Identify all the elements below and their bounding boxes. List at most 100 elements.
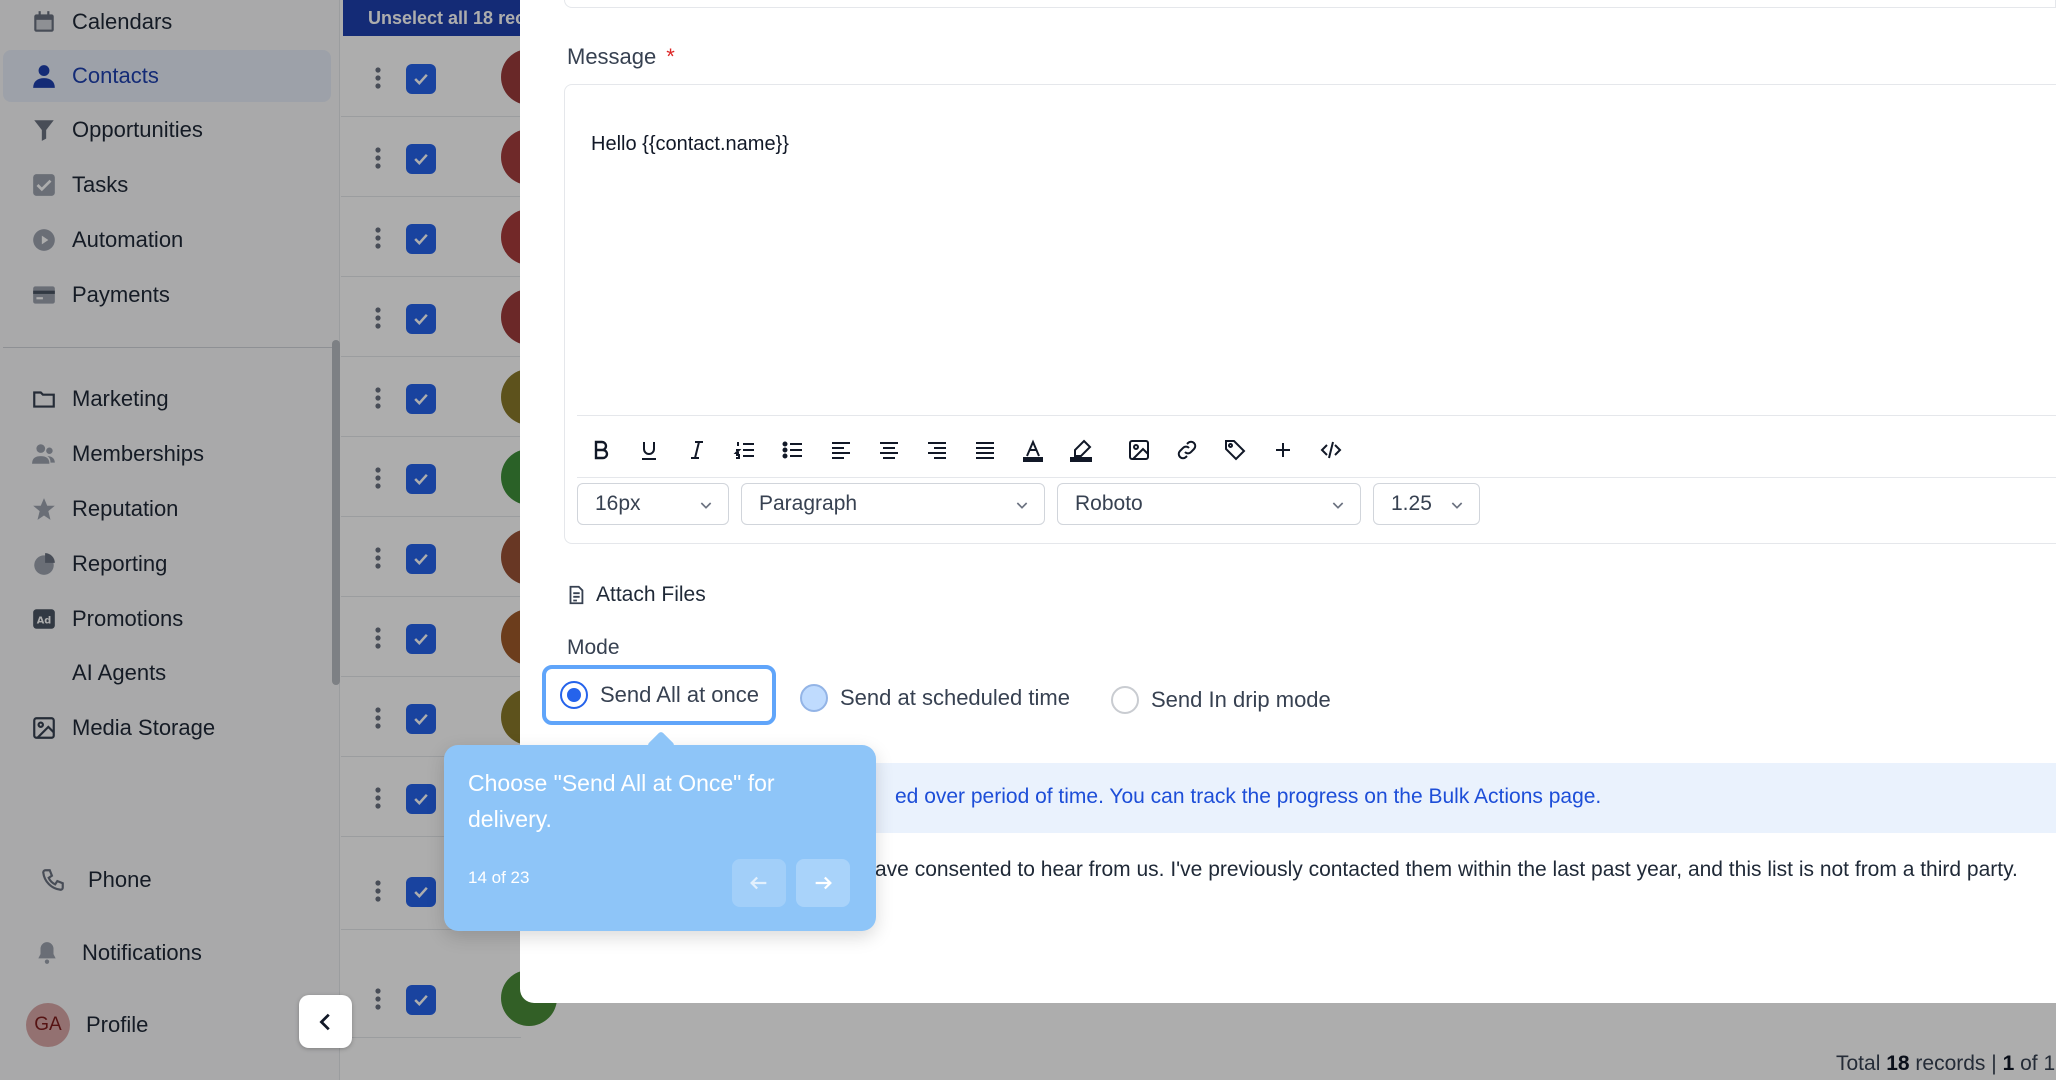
font-family-select[interactable]: Roboto bbox=[1057, 483, 1361, 525]
sidebar-item-ai-agents[interactable]: AI Agents bbox=[3, 647, 331, 699]
plus-icon bbox=[1276, 443, 1290, 457]
sidebar-item-label: Automation bbox=[72, 227, 184, 252]
kebab-menu-icon[interactable] bbox=[375, 787, 381, 809]
font-size-select[interactable]: 16px bbox=[577, 483, 729, 525]
table-row[interactable] bbox=[341, 437, 557, 517]
check-icon bbox=[414, 553, 428, 565]
kebab-menu-icon[interactable] bbox=[375, 227, 381, 249]
row-checkbox[interactable] bbox=[406, 704, 436, 734]
table-row[interactable] bbox=[341, 357, 557, 437]
kebab-menu-icon[interactable] bbox=[375, 467, 381, 489]
kebab-menu-icon[interactable] bbox=[375, 67, 381, 89]
sidebar-phone[interactable]: Phone bbox=[40, 860, 152, 900]
row-checkbox[interactable] bbox=[406, 877, 436, 907]
tooltip-next-button[interactable] bbox=[796, 859, 850, 907]
kebab-menu-icon[interactable] bbox=[375, 707, 381, 729]
sidebar-item-automation[interactable]: Automation bbox=[3, 214, 331, 266]
highlight-button[interactable] bbox=[1057, 430, 1105, 470]
sidebar-item-reputation[interactable]: Reputation bbox=[3, 483, 331, 535]
mode-label: Mode bbox=[567, 636, 620, 659]
sidebar-item-label: Media Storage bbox=[72, 715, 216, 740]
kebab-menu-icon[interactable] bbox=[375, 387, 381, 409]
row-checkbox[interactable] bbox=[406, 304, 436, 334]
table-row[interactable] bbox=[341, 277, 557, 357]
bullet-list-button[interactable] bbox=[769, 430, 817, 470]
sidebar-item-contacts[interactable]: Contacts bbox=[3, 50, 331, 102]
sidebar-item-marketing[interactable]: Marketing bbox=[3, 373, 331, 425]
table-row[interactable] bbox=[341, 597, 557, 677]
sidebar-item-opportunities[interactable]: Opportunities bbox=[3, 104, 331, 156]
sidebar-item-payments[interactable]: Payments bbox=[3, 269, 331, 321]
text-color-button[interactable] bbox=[1009, 430, 1057, 470]
align-right-icon bbox=[928, 442, 946, 459]
attach-files-button[interactable]: Attach Files bbox=[565, 583, 706, 607]
row-checkbox[interactable] bbox=[406, 985, 436, 1015]
row-checkbox[interactable] bbox=[406, 144, 436, 174]
kebab-menu-icon[interactable] bbox=[375, 307, 381, 329]
custom-values-button[interactable] bbox=[1211, 430, 1259, 470]
code-view-button[interactable] bbox=[1307, 430, 1355, 470]
kebab-menu-icon[interactable] bbox=[375, 880, 381, 902]
align-center-icon bbox=[880, 442, 898, 459]
sidebar-scrollbar[interactable] bbox=[332, 340, 340, 685]
insert-image-button[interactable] bbox=[1115, 430, 1163, 470]
sidebar-item-promotions[interactable]: Ad Promotions bbox=[3, 593, 331, 645]
sidebar-item-calendars[interactable]: Calendars bbox=[3, 0, 331, 48]
kebab-menu-icon[interactable] bbox=[375, 547, 381, 569]
row-checkbox[interactable] bbox=[406, 64, 436, 94]
sidebar-item-tasks[interactable]: Tasks bbox=[3, 159, 331, 211]
line-height-select[interactable]: 1.25 bbox=[1373, 483, 1480, 525]
editor-toolbar bbox=[577, 430, 1355, 470]
message-editor[interactable]: Hello {{contact.name}} 16px Paragraph Ro… bbox=[564, 84, 2056, 544]
table-row[interactable] bbox=[341, 517, 557, 597]
table-row[interactable] bbox=[341, 958, 557, 1038]
insert-link-button[interactable] bbox=[1163, 430, 1211, 470]
row-checkbox[interactable] bbox=[406, 384, 436, 414]
ordered-list-button[interactable] bbox=[721, 430, 769, 470]
phone-icon bbox=[42, 869, 64, 891]
link-icon bbox=[1177, 440, 1197, 460]
mode-send-all-radio[interactable]: Send All at once bbox=[542, 665, 776, 725]
star-icon bbox=[30, 495, 58, 523]
sidebar-item-label: Promotions bbox=[72, 606, 184, 631]
row-checkbox[interactable] bbox=[406, 544, 436, 574]
table-row[interactable] bbox=[341, 117, 557, 197]
sidebar-item-label: Memberships bbox=[72, 441, 205, 466]
row-checkbox[interactable] bbox=[406, 624, 436, 654]
sidebar-notifications[interactable]: Notifications bbox=[34, 933, 202, 973]
sidebar-profile[interactable]: GA Profile bbox=[26, 1003, 148, 1047]
bold-button[interactable] bbox=[577, 430, 625, 470]
italic-button[interactable] bbox=[673, 430, 721, 470]
table-row[interactable] bbox=[341, 37, 557, 117]
row-checkbox[interactable] bbox=[406, 464, 436, 494]
sidebar-item-media-storage[interactable]: Media Storage bbox=[3, 702, 331, 754]
sidebar-item-memberships[interactable]: Memberships bbox=[3, 428, 331, 480]
table-row[interactable] bbox=[341, 197, 557, 277]
editor-content[interactable]: Hello {{contact.name}} bbox=[591, 133, 789, 156]
align-left-button[interactable] bbox=[817, 430, 865, 470]
row-checkbox[interactable] bbox=[406, 224, 436, 254]
code-icon bbox=[1320, 441, 1342, 459]
justify-button[interactable] bbox=[961, 430, 1009, 470]
tooltip-prev-button[interactable] bbox=[732, 859, 786, 907]
block-type-select[interactable]: Paragraph bbox=[741, 483, 1045, 525]
mode-drip-radio[interactable]: Send In drip mode bbox=[1111, 680, 1331, 720]
row-checkbox[interactable] bbox=[406, 784, 436, 814]
chevron-left-icon bbox=[318, 1013, 330, 1030]
insert-more-button[interactable] bbox=[1259, 430, 1307, 470]
sidebar-item-reporting[interactable]: Reporting bbox=[3, 538, 331, 590]
unselect-all-banner[interactable]: Unselect all 18 records bbox=[343, 0, 523, 36]
align-right-button[interactable] bbox=[913, 430, 961, 470]
kebab-menu-icon[interactable] bbox=[375, 988, 381, 1010]
editor-divider bbox=[577, 477, 2056, 478]
consent-text[interactable]: ave consented to hear from us. I've prev… bbox=[875, 858, 2056, 882]
collapse-sidebar-button[interactable] bbox=[299, 995, 352, 1048]
sidebar: Calendars Contacts Opportunities Tasks A… bbox=[0, 0, 340, 1080]
align-center-button[interactable] bbox=[865, 430, 913, 470]
kebab-menu-icon[interactable] bbox=[375, 147, 381, 169]
underline-button[interactable] bbox=[625, 430, 673, 470]
check-icon bbox=[414, 713, 428, 725]
mode-scheduled-radio[interactable]: Send at scheduled time bbox=[800, 678, 1070, 718]
kebab-menu-icon[interactable] bbox=[375, 627, 381, 649]
sidebar-item-label: Opportunities bbox=[72, 117, 203, 142]
